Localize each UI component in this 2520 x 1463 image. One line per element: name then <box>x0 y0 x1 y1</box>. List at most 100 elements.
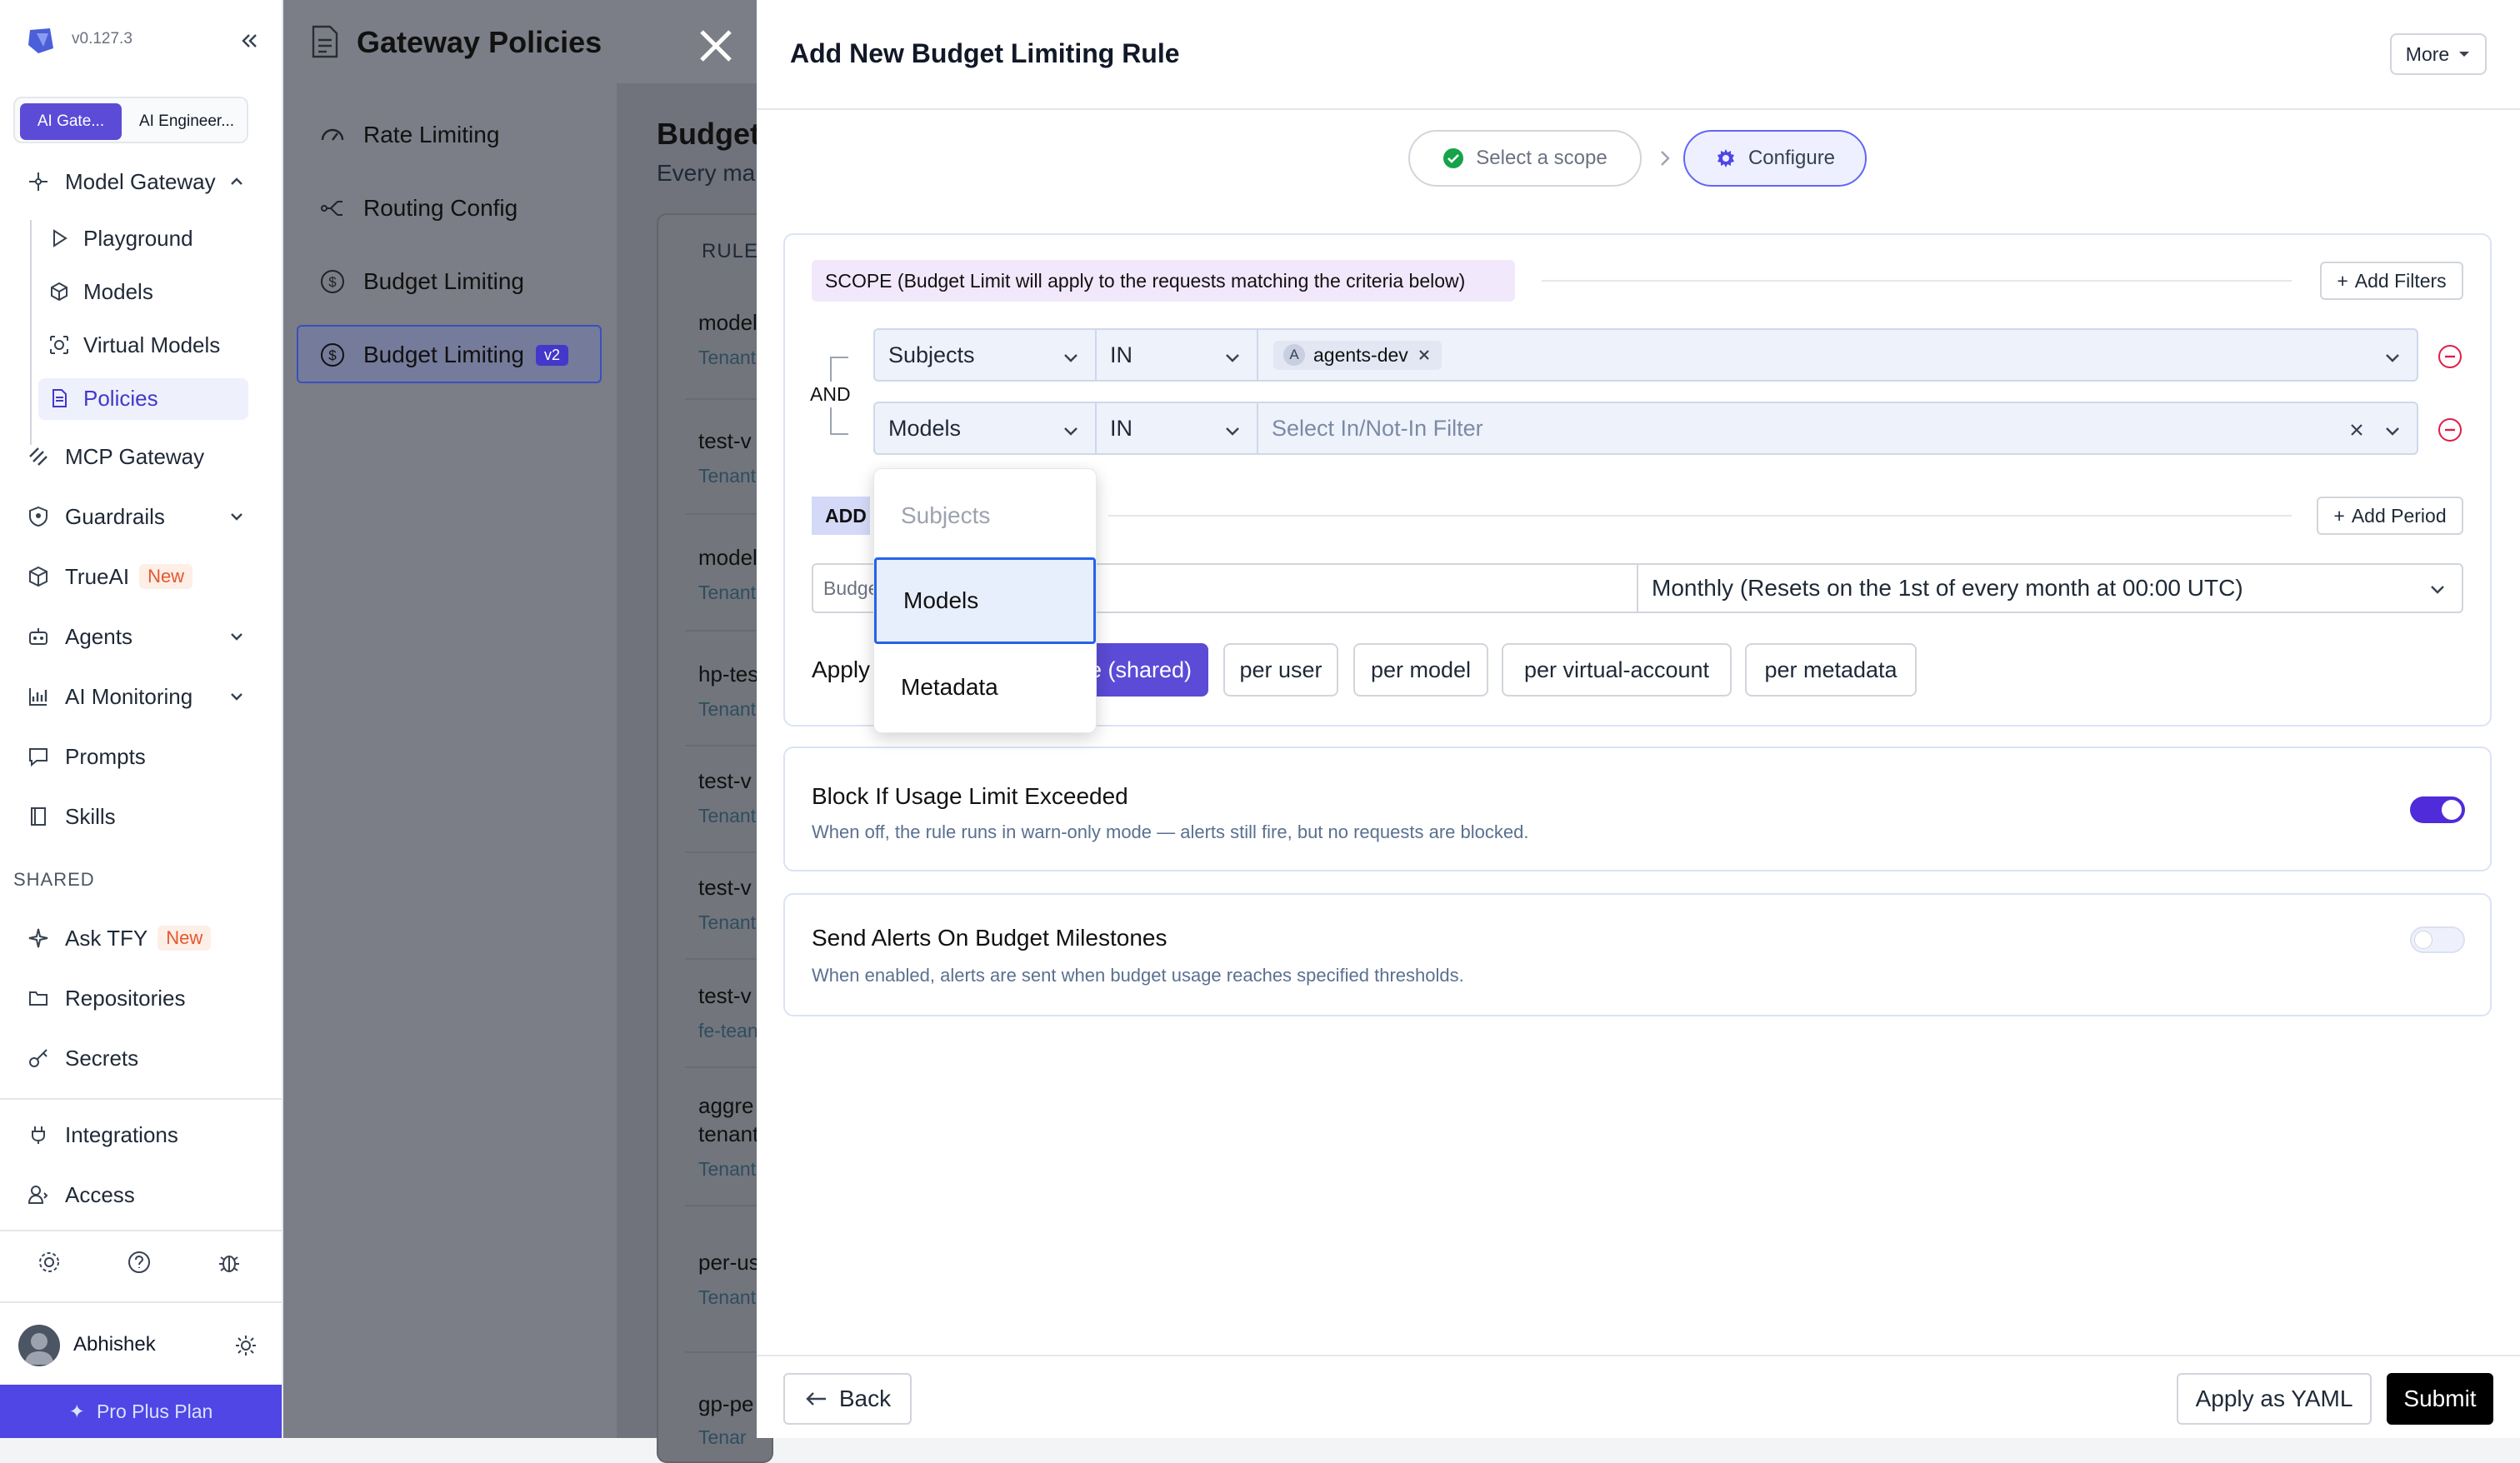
table-row-title[interactable]: aggre <box>698 1093 754 1119</box>
nav-skills[interactable]: Skills <box>25 801 116 831</box>
table-row-title[interactable]: gp-pe <box>698 1391 754 1417</box>
filter-operator-select[interactable]: IN <box>1095 402 1258 455</box>
apply-option-per-model[interactable]: per model <box>1353 643 1488 697</box>
table-row-title[interactable]: test-v <box>698 983 752 1009</box>
chevron-down-icon[interactable] <box>227 627 247 647</box>
chevron-down-icon[interactable] <box>227 687 247 707</box>
nav-model-gateway[interactable]: Model Gateway <box>25 167 216 197</box>
svg-text:$: $ <box>328 274 337 290</box>
nav-routing-config[interactable]: Routing Config <box>318 192 518 225</box>
back-button[interactable]: Back <box>783 1373 912 1425</box>
apply-option-per-metadata[interactable]: per metadata <box>1745 643 1917 697</box>
nav-prompts[interactable]: Prompts <box>25 741 146 771</box>
theme-sun-icon[interactable] <box>233 1333 258 1358</box>
row-divider <box>685 1205 760 1206</box>
nav-repositories[interactable]: Repositories <box>25 983 186 1013</box>
folder-icon <box>25 985 52 1011</box>
filter-values-select[interactable]: A agents-dev <box>1257 328 2418 382</box>
nav-guardrails[interactable]: Guardrails <box>25 502 165 532</box>
nav-integrations[interactable]: Integrations <box>25 1120 178 1150</box>
chevron-down-icon[interactable] <box>227 507 247 527</box>
chart-icon <box>25 683 52 710</box>
settings-gear-icon[interactable] <box>37 1250 63 1276</box>
chevron-up-icon[interactable] <box>227 172 247 192</box>
filter-field-select[interactable]: Subjects <box>873 328 1097 382</box>
apply-label: Apply <box>812 657 871 682</box>
add-filters-button[interactable]: + Add Filters <box>2320 262 2463 300</box>
chevron-down-icon <box>2383 348 2402 367</box>
apply-option-per-virtual-account[interactable]: per virtual-account <box>1502 643 1732 697</box>
step-configure[interactable]: Configure <box>1683 130 1867 187</box>
more-button[interactable]: More <box>2390 33 2487 75</box>
nav-trueai[interactable]: TrueAI New <box>25 562 193 592</box>
step-select-scope[interactable]: Select a scope <box>1408 130 1642 187</box>
dollar-icon: $ <box>318 341 347 369</box>
table-row-title[interactable]: test-v <box>698 768 752 794</box>
table-row-title[interactable]: per-us <box>698 1250 760 1276</box>
row-divider <box>685 851 760 853</box>
nav-label: Models <box>83 278 153 304</box>
nav-agents[interactable]: Agents <box>25 622 132 652</box>
filter-operator-select[interactable]: IN <box>1095 328 1258 382</box>
nav-label: Integrations <box>65 1121 178 1147</box>
nav-budget-limiting[interactable]: $ Budget Limiting <box>318 265 524 298</box>
dropdown-option-metadata[interactable]: Metadata <box>874 644 1098 731</box>
nav-label: AI Monitoring <box>65 683 193 709</box>
nav-ask-tfy[interactable]: Ask TFY New <box>25 923 212 953</box>
row-divider <box>685 1066 760 1068</box>
chip-remove-icon[interactable] <box>1417 347 1432 362</box>
collapse-sidebar-icon[interactable] <box>237 28 262 53</box>
table-row-title[interactable]: test-v <box>698 875 752 901</box>
period-select[interactable]: Monthly (Resets on the 1st of every mont… <box>1637 563 2463 613</box>
apply-as-yaml-button[interactable]: Apply as YAML <box>2177 1373 2372 1425</box>
dropdown-option-models[interactable]: Models <box>874 557 1096 644</box>
plug-icon <box>25 1121 52 1148</box>
row-divider <box>685 513 760 515</box>
submit-button[interactable]: Submit <box>2387 1373 2493 1425</box>
filter-values-select[interactable]: Select In/Not-In Filter <box>1257 402 2418 455</box>
nav-models[interactable]: Models <box>47 277 153 307</box>
table-row-title[interactable]: model <box>698 310 758 336</box>
and-label: AND <box>810 382 851 407</box>
nav-budget-limiting-v2[interactable]: $ Budget Limiting v2 <box>318 338 569 372</box>
table-row-title[interactable]: test-v <box>698 428 752 454</box>
period-value: Monthly (Resets on the 1st of every mont… <box>1652 575 2243 601</box>
nav-mcp-gateway[interactable]: MCP Gateway <box>25 442 204 472</box>
shield-icon <box>25 503 52 530</box>
close-drawer-icon[interactable] <box>695 25 737 67</box>
help-icon[interactable] <box>127 1250 153 1276</box>
clear-icon[interactable] <box>2348 422 2365 438</box>
nav-rate-limiting[interactable]: Rate Limiting <box>318 118 499 152</box>
apply-option-per-user[interactable]: per user <box>1223 643 1338 697</box>
block-toggle[interactable] <box>2410 796 2465 823</box>
table-row-title[interactable]: hp-tes <box>698 662 758 687</box>
step-label: Select a scope <box>1476 147 1608 169</box>
sparkle-icon <box>25 925 52 951</box>
chevron-down-icon <box>1062 348 1080 367</box>
nav-label: Budget Limiting <box>363 268 525 294</box>
user-avatar[interactable] <box>18 1325 60 1366</box>
row-divider <box>685 398 760 400</box>
add-period-button[interactable]: + Add Period <box>2317 497 2463 535</box>
nav-access[interactable]: Access <box>25 1180 135 1210</box>
filter-field-value: Models <box>888 415 962 441</box>
remove-filter-icon[interactable] <box>2437 343 2463 370</box>
table-row-title[interactable]: model <box>698 545 758 571</box>
divider <box>0 1301 282 1303</box>
budget-placeholder: Budge <box>823 577 879 599</box>
table-header: RULE <box>702 240 759 262</box>
nav-virtual-models[interactable]: Virtual Models <box>47 330 220 360</box>
nav-playground[interactable]: Playground <box>47 223 193 253</box>
alerts-toggle[interactable] <box>2410 926 2465 953</box>
truefoundry-logo-icon[interactable] <box>25 25 57 57</box>
block-title: Block If Usage Limit Exceeded <box>812 783 1128 809</box>
plan-banner[interactable]: ✦ Pro Plus Plan <box>0 1385 282 1438</box>
nav-secrets[interactable]: Secrets <box>25 1043 138 1073</box>
nav-policies[interactable]: Policies <box>47 383 158 413</box>
nav-ai-monitoring[interactable]: AI Monitoring <box>25 682 192 712</box>
workspace-tab-ai-engineering[interactable]: AI Engineer... <box>128 103 245 140</box>
bug-icon[interactable] <box>217 1250 243 1276</box>
filter-field-select[interactable]: Models <box>873 402 1097 455</box>
workspace-tab-ai-gateway[interactable]: AI Gate... <box>20 103 122 140</box>
remove-filter-icon[interactable] <box>2437 417 2463 443</box>
